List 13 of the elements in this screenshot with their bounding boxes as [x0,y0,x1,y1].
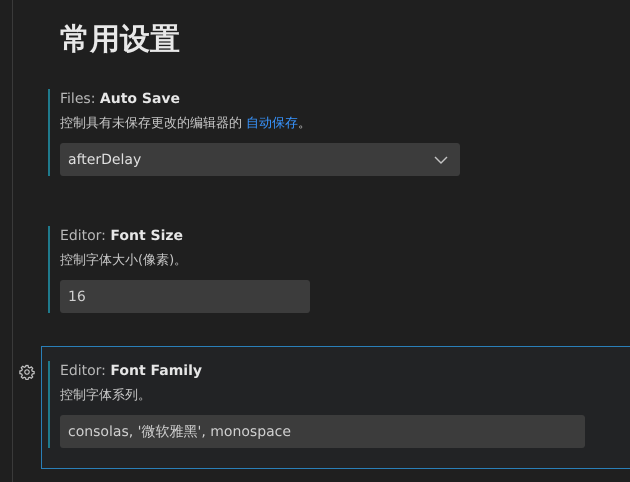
input-field[interactable]: consolas, '微软雅黑', monospace [60,415,585,448]
setting-title: Editor: Font Size [60,227,184,246]
setting-description: 控制字体大小(像素)。 [60,252,188,270]
settings-icon[interactable] [19,364,35,380]
setting-description: 控制字体系列。 [60,387,152,405]
dropdown[interactable]: afterDelay [60,143,460,176]
chevron-down-icon [434,156,448,164]
setting-title: Editor: Font Family [60,362,204,381]
section-heading: 常用设置 [60,21,181,59]
input-field[interactable]: 16 [60,280,310,313]
setting-title: Files: Auto Save [60,90,182,109]
auto-save-link[interactable]: 自动保存 [246,116,298,131]
setting-description: 控制具有未保存更改的编辑器的 自动保存。 [60,115,312,133]
